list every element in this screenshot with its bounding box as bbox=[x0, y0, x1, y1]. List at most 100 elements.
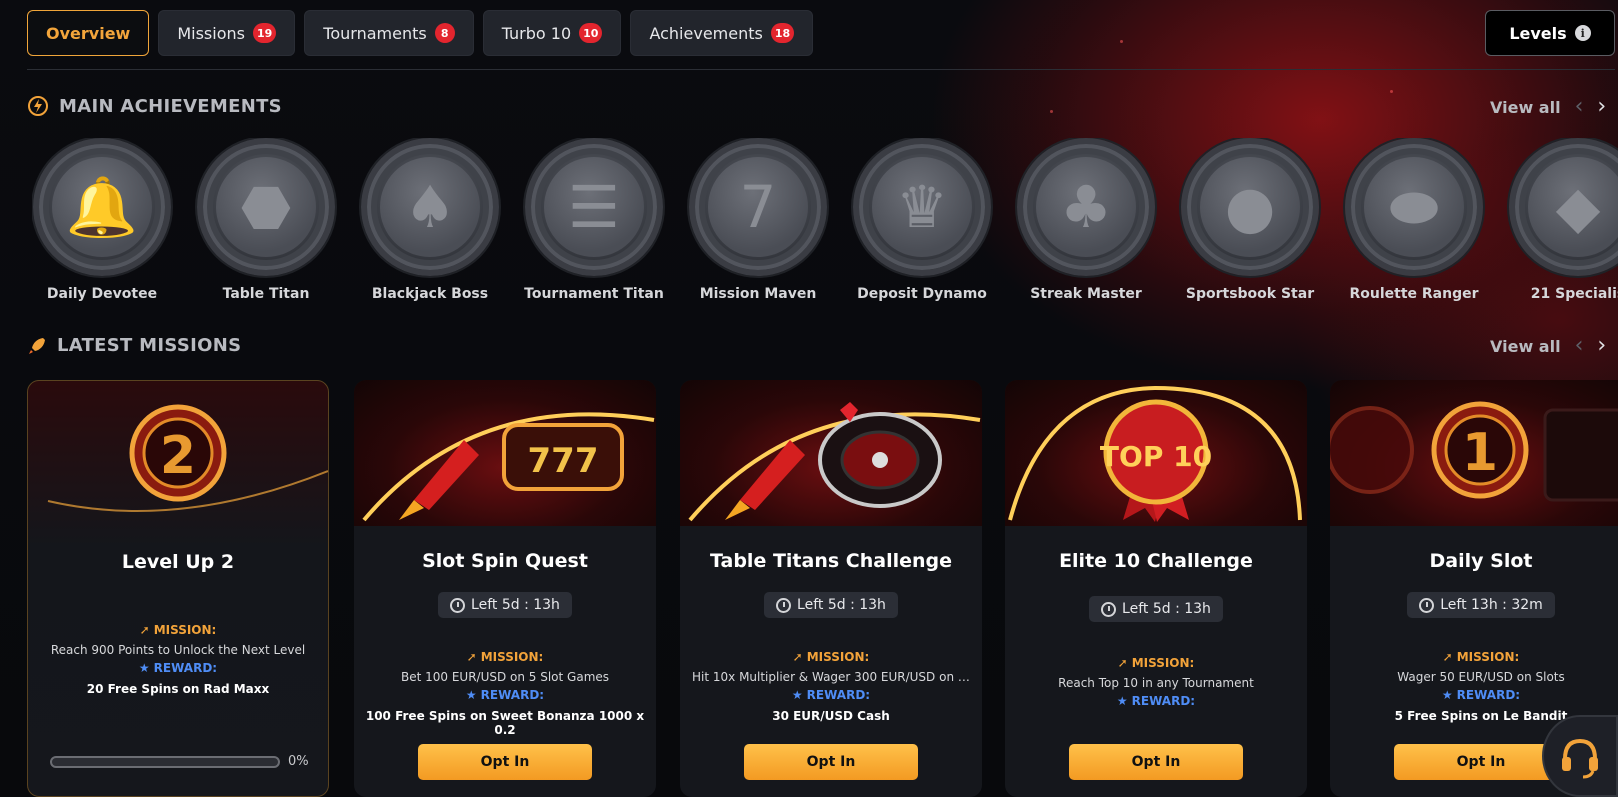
timer-chip: Left 5d : 13h bbox=[1089, 596, 1223, 622]
count-badge: 18 bbox=[770, 23, 795, 43]
mission-text: Hit 10x Multiplier & Wager 300 EUR/USD o… bbox=[692, 670, 982, 684]
achievement-name: Blackjack Boss bbox=[371, 286, 489, 302]
section-title: MAIN ACHIEVEMENTS bbox=[59, 95, 282, 117]
mission-card[interactable]: 2 Level Up 2 ➚ MISSION: Reach 900 Points … bbox=[27, 380, 329, 797]
achievement-item[interactable]: ☰ Tournament Titan bbox=[524, 138, 664, 302]
achievement-item[interactable]: ⬬ Roulette Ranger bbox=[1344, 138, 1484, 302]
mission-title: Daily Slot bbox=[1429, 550, 1533, 572]
svg-text:1: 1 bbox=[1462, 423, 1498, 483]
mission-details: ➚ MISSION: Reach Top 10 in any Tournament… bbox=[1005, 652, 1307, 709]
achievement-item[interactable]: ⬣ Table Titan bbox=[196, 138, 336, 302]
mission-label: ➚ MISSION: bbox=[139, 623, 217, 637]
svg-text:777: 777 bbox=[528, 441, 599, 481]
dice-icon: ⬣ bbox=[216, 157, 316, 257]
achievement-name: Mission Maven bbox=[699, 286, 817, 302]
achievement-item[interactable]: ♣ Streak Master bbox=[1016, 138, 1156, 302]
divider bbox=[27, 69, 1615, 70]
mission-card[interactable]: TOP 10 Elite 10 Challenge Left 5d : 13h … bbox=[1005, 380, 1307, 797]
rocket-icon: ➚ bbox=[1117, 656, 1128, 670]
view-all-link[interactable]: View all bbox=[1490, 337, 1561, 356]
achievement-item[interactable]: 🔔 Daily Devotee bbox=[32, 138, 172, 302]
medal: 🔔 bbox=[33, 138, 171, 276]
achievement-name: Sportsbook Star bbox=[1185, 286, 1315, 302]
tab-overview[interactable]: Overview bbox=[27, 10, 150, 56]
rocket-icon: ➚ bbox=[466, 650, 477, 664]
roulette-icon: ⬬ bbox=[1364, 157, 1464, 257]
reward-label: ★ REWARD: bbox=[465, 688, 545, 702]
rocket-roulette-art bbox=[680, 380, 982, 526]
alarm-clock-icon bbox=[450, 597, 466, 613]
medal: ♛ bbox=[853, 138, 991, 276]
card-icon: ◆ bbox=[1528, 157, 1618, 257]
mission-details: ➚ MISSION: Bet 100 EUR/USD on 5 Slot Game… bbox=[354, 646, 656, 737]
achievement-name: Roulette Ranger bbox=[1349, 286, 1479, 302]
tab-bar: Overview Missions 19 Tournaments 8 Turbo… bbox=[27, 10, 814, 56]
chevron-right-icon[interactable]: › bbox=[1597, 96, 1606, 118]
bell-icon: 🔔 bbox=[52, 157, 152, 257]
mission-card[interactable]: Table Titans Challenge Left 5d : 13h ➚ MI… bbox=[680, 380, 982, 797]
chevron-left-icon[interactable]: ‹ bbox=[1575, 96, 1584, 118]
chips-icon: ☰ bbox=[544, 157, 644, 257]
support-button[interactable] bbox=[1542, 715, 1618, 797]
tab-achievements[interactable]: Achievements 18 bbox=[630, 10, 814, 56]
opt-in-button[interactable]: Opt In bbox=[744, 744, 918, 780]
star-icon: ★ bbox=[138, 661, 150, 675]
achievement-item[interactable]: ● Sportsbook Star bbox=[1180, 138, 1320, 302]
view-all-link[interactable]: View all bbox=[1490, 98, 1561, 117]
achievement-item[interactable]: 7 Mission Maven bbox=[688, 138, 828, 302]
tab-label: Achievements bbox=[649, 23, 763, 43]
timer-chip: Left 5d : 13h bbox=[438, 592, 572, 618]
achievements-carousel: 🔔 Daily Devotee ⬣ Table Titan ♠ Blackjac… bbox=[32, 138, 1618, 308]
alarm-clock-icon bbox=[1101, 601, 1117, 617]
medal: ◆ bbox=[1509, 138, 1618, 276]
daily-coin-art: 1 bbox=[1330, 380, 1618, 526]
medal: ● bbox=[1181, 138, 1319, 276]
star-icon: ★ bbox=[791, 688, 803, 702]
missions-nav: View all ‹ › bbox=[1490, 335, 1606, 357]
mission-label: ➚ MISSION: bbox=[466, 650, 544, 664]
tab-tournaments[interactable]: Tournaments 8 bbox=[304, 10, 474, 56]
opt-in-button[interactable]: Opt In bbox=[418, 744, 592, 780]
rocket-slot-art: 777 bbox=[354, 380, 656, 526]
rocket-icon: ➚ bbox=[139, 623, 150, 637]
mission-text: Reach Top 10 in any Tournament bbox=[1058, 676, 1254, 690]
section-title: LATEST MISSIONS bbox=[57, 335, 242, 356]
chevron-left-icon[interactable]: ‹ bbox=[1575, 335, 1584, 357]
chevron-right-icon[interactable]: › bbox=[1597, 335, 1606, 357]
rocket-icon: ➚ bbox=[1442, 650, 1453, 664]
alarm-clock-icon bbox=[1419, 597, 1435, 613]
mission-title: Table Titans Challenge bbox=[710, 550, 952, 572]
tab-missions[interactable]: Missions 19 bbox=[158, 10, 296, 56]
alarm-clock-icon bbox=[776, 597, 792, 613]
star-icon: ★ bbox=[465, 688, 477, 702]
tab-turbo-10[interactable]: Turbo 10 10 bbox=[482, 10, 622, 56]
achievement-item[interactable]: ♛ Deposit Dynamo bbox=[852, 138, 992, 302]
medal: ⬣ bbox=[197, 138, 335, 276]
progress-bar bbox=[50, 755, 280, 768]
medal: ♣ bbox=[1017, 138, 1155, 276]
reward-label: ★ REWARD: bbox=[138, 661, 218, 675]
mission-label: ➚ MISSION: bbox=[1117, 656, 1195, 670]
achievement-name: Daily Devotee bbox=[46, 286, 158, 302]
mission-card[interactable]: 777 Slot Spin Quest Left 5d : 13h ➚ MISSI… bbox=[354, 380, 656, 797]
headset-icon bbox=[1562, 738, 1598, 779]
achievement-item[interactable]: ◆ 21 Specialis bbox=[1508, 138, 1618, 302]
tab-label: Missions bbox=[177, 23, 245, 43]
mission-title: Elite 10 Challenge bbox=[1059, 550, 1253, 572]
count-badge: 10 bbox=[579, 23, 603, 43]
timer-chip: Left 5d : 13h bbox=[764, 592, 898, 618]
reward-text: 30 EUR/USD Cash bbox=[772, 709, 890, 723]
mission-text: Bet 100 EUR/USD on 5 Slot Games bbox=[400, 670, 610, 684]
medal: 7 bbox=[689, 138, 827, 276]
mission-text: Wager 50 EUR/USD on Slots bbox=[1397, 670, 1565, 684]
star-icon: ★ bbox=[1441, 688, 1453, 702]
card-suits-icon: ♠ bbox=[380, 157, 480, 257]
lightning-circle-icon bbox=[28, 96, 48, 116]
achievement-item[interactable]: ♠ Blackjack Boss bbox=[360, 138, 500, 302]
achievements-header: MAIN ACHIEVEMENTS bbox=[27, 95, 282, 117]
opt-in-button[interactable]: Opt In bbox=[1069, 744, 1243, 780]
level-2-coin-art: 2 bbox=[28, 381, 328, 527]
levels-button[interactable]: Levels i bbox=[1485, 10, 1615, 56]
reward-label: ★ REWARD: bbox=[791, 688, 871, 702]
achievement-name: Deposit Dynamo bbox=[857, 286, 987, 302]
